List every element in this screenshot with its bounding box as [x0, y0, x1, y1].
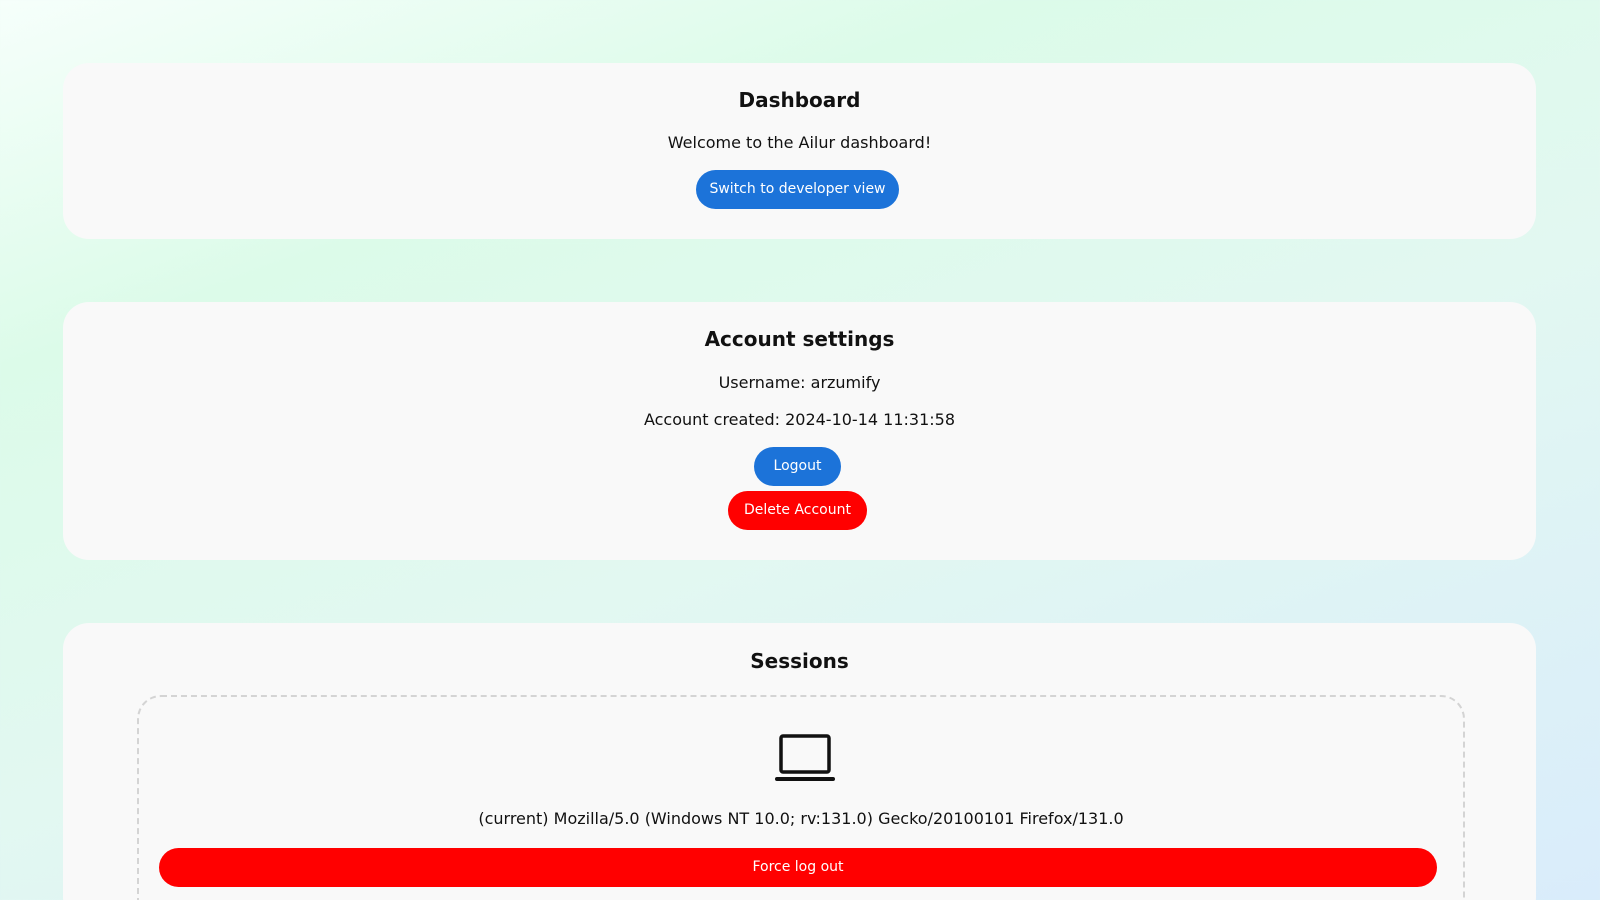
switch-developer-view-button[interactable]: Switch to developer view	[696, 170, 899, 209]
username-text: Username: arzumify	[718, 373, 881, 392]
sessions-card: Sessions (current) Mozilla/5.0 (Windows …	[63, 623, 1536, 900]
force-logout-button[interactable]: Force log out	[159, 848, 1437, 887]
account-created-text: Account created: 2024-10-14 11:31:58	[643, 410, 956, 429]
account-settings-card: Account settings Username: arzumify Acco…	[63, 302, 1536, 560]
dashboard-card: Dashboard Welcome to the Ailur dashboard…	[63, 63, 1536, 239]
session-user-agent: (current) Mozilla/5.0 (Windows NT 10.0; …	[478, 809, 1124, 828]
dashboard-title: Dashboard	[738, 88, 861, 112]
logout-button[interactable]: Logout	[754, 447, 841, 486]
session-item: (current) Mozilla/5.0 (Windows NT 10.0; …	[137, 695, 1465, 900]
account-settings-title: Account settings	[704, 327, 895, 351]
delete-account-button[interactable]: Delete Account	[728, 491, 867, 530]
welcome-message: Welcome to the Ailur dashboard!	[667, 133, 932, 152]
laptop-icon	[773, 733, 837, 785]
sessions-title: Sessions	[750, 649, 849, 673]
